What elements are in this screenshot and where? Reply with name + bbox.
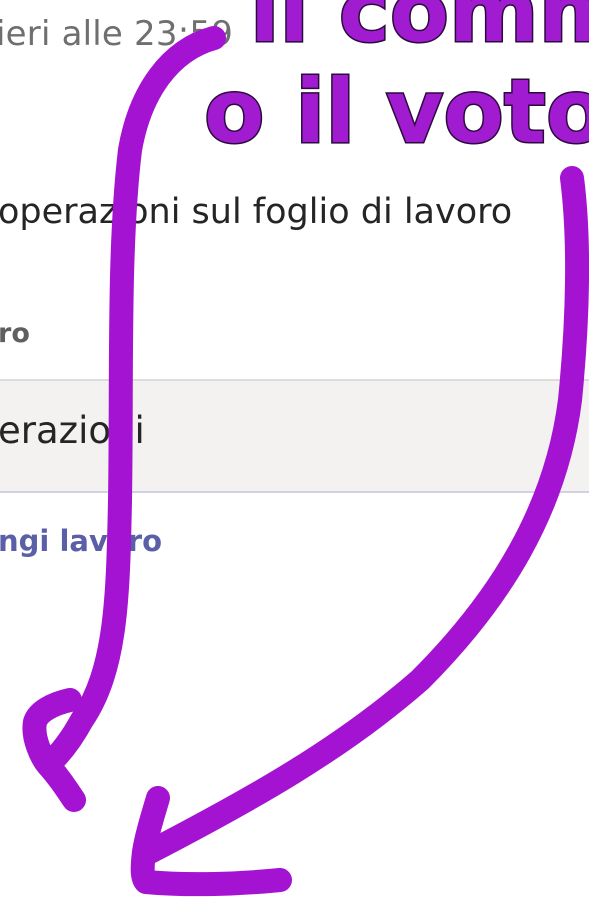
- attachment-file-row[interactable]: erazioni: [0, 379, 589, 493]
- annotation-caption-line-1: il commen: [249, 0, 589, 64]
- annotation-arrowhead-right: [130, 786, 292, 897]
- add-work-button[interactable]: ngi lavoro: [0, 524, 162, 558]
- annotation-arrowhead-left: [22, 688, 86, 812]
- my-work-heading: ro: [0, 318, 30, 349]
- annotation-caption-line-2: o il voto: [202, 59, 589, 165]
- assignment-screen: ieri alle 23:59 operazioni sul foglio di…: [0, 0, 589, 900]
- attachment-file-name: erazioni: [0, 409, 145, 452]
- annotation-arrow-right: [138, 166, 589, 864]
- due-date-text: ieri alle 23:59: [0, 14, 234, 54]
- instructions-text: operazioni sul foglio di lavoro: [0, 192, 513, 232]
